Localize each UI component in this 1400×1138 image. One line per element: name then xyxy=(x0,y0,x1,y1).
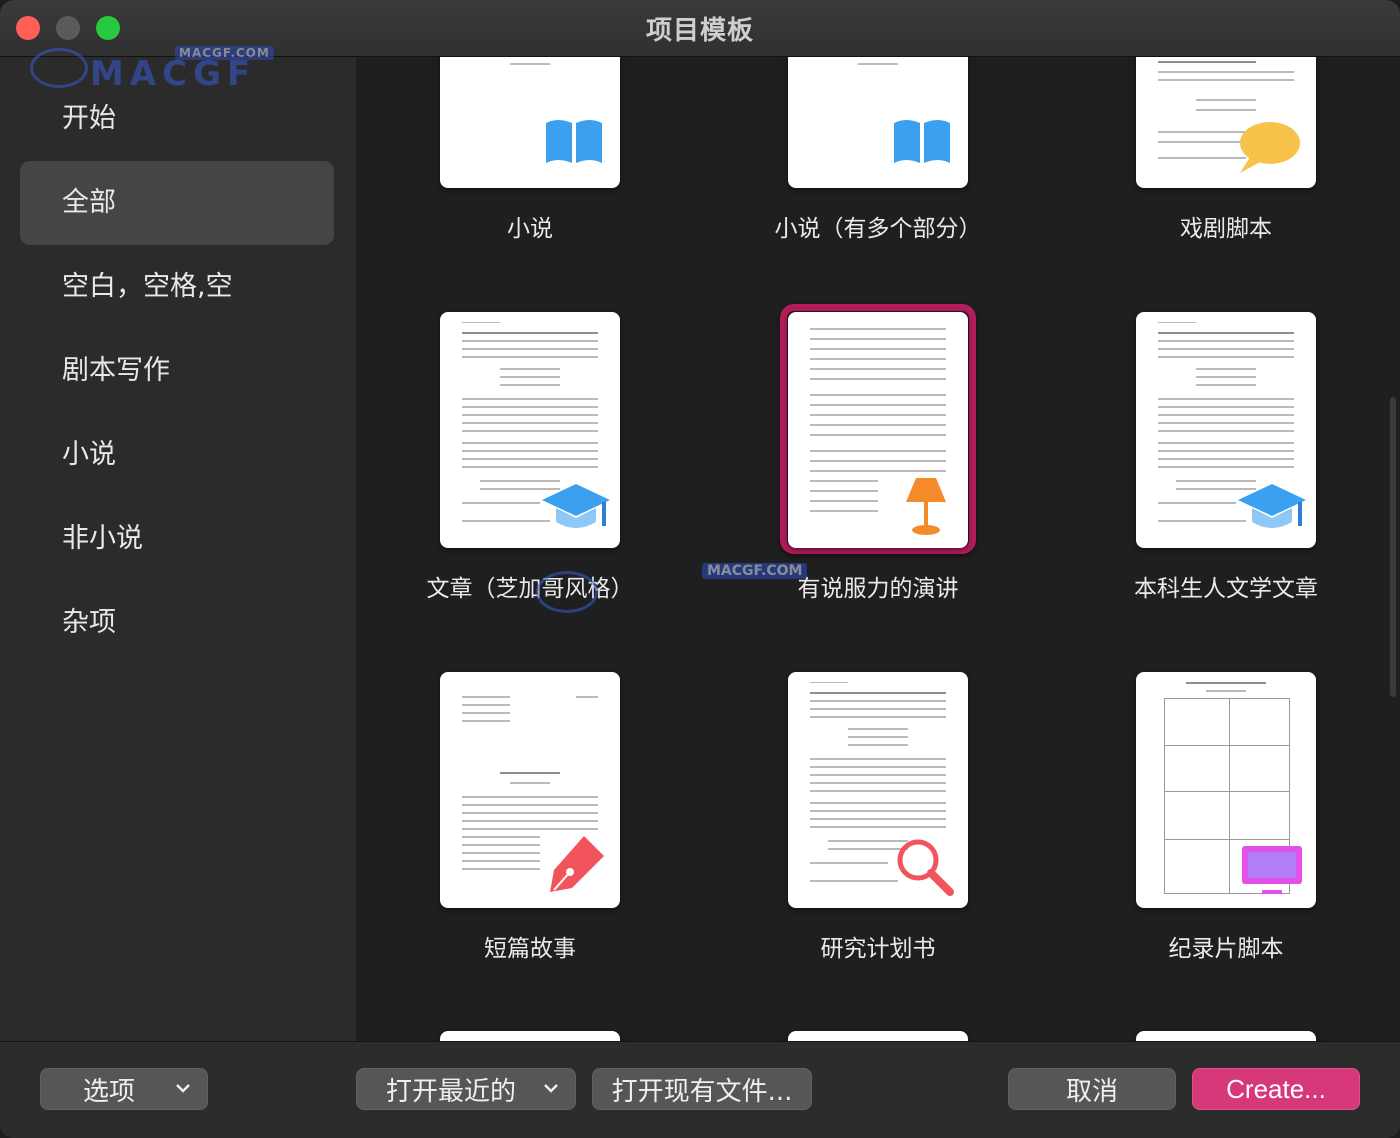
sidebar-item-blank[interactable]: 空白，空格,空 xyxy=(20,245,334,329)
watermark-badge-icon xyxy=(536,571,598,613)
template-tile-persuasive-speech[interactable] xyxy=(788,312,968,548)
graduation-cap-icon xyxy=(1238,484,1306,528)
watermark-badge-icon xyxy=(30,48,88,88)
watermark-site-text: MACGF.COM xyxy=(702,563,808,579)
sidebar-item-label: 空白，空格,空 xyxy=(62,271,233,302)
sidebar-item-scriptwriting[interactable]: 剧本写作 xyxy=(20,329,334,413)
fountain-pen-icon xyxy=(550,836,604,892)
template-label: 短篇故事 xyxy=(484,936,576,962)
template-label: 戏剧脚本 xyxy=(1180,216,1272,242)
speech-bubble-icon xyxy=(1240,122,1300,173)
template-label: 本科生人文学文章 xyxy=(1134,576,1318,602)
podium-lamp-icon xyxy=(906,478,946,535)
template-tile-partial[interactable] xyxy=(440,1031,620,1041)
sidebar-item-all[interactable]: 全部 xyxy=(20,161,334,245)
template-grid: 小说 小说（有多个部分） 戏剧脚本 文章（芝加哥风格） 有说服力的演讲 本科生人… xyxy=(356,57,1400,1041)
template-tile-partial[interactable] xyxy=(788,1031,968,1041)
cancel-label: 取消 xyxy=(1065,1076,1118,1107)
template-label: 小说（有多个部分） xyxy=(774,216,982,242)
sidebar-item-miscellaneous[interactable]: 杂项 xyxy=(20,581,334,665)
watermark-brand-text: MACGF xyxy=(90,54,257,94)
vertical-scrollbar[interactable] xyxy=(1390,397,1396,697)
sidebar-item-label: 杂项 xyxy=(62,607,116,638)
monitor-icon xyxy=(1242,846,1302,894)
open-existing-label: 打开现有文件... xyxy=(611,1076,793,1107)
sidebar-item-label: 开始 xyxy=(62,103,116,134)
options-menu-button[interactable]: 选项 xyxy=(40,1068,208,1110)
create-label: Create... xyxy=(1226,1073,1326,1104)
create-button[interactable]: Create... xyxy=(1192,1068,1360,1110)
watermark-overlay: MACGF.COM xyxy=(526,557,846,617)
sidebar-item-label: 全部 xyxy=(62,187,116,218)
template-tile-novel[interactable] xyxy=(440,57,620,188)
template-tile-stage-play[interactable] xyxy=(1136,57,1316,188)
template-tile-novel-with-parts[interactable] xyxy=(788,57,968,188)
options-label: 选项 xyxy=(82,1076,135,1107)
graduation-cap-icon xyxy=(542,484,610,528)
template-tile-short-story[interactable] xyxy=(440,672,620,908)
open-recent-label: 打开最近的 xyxy=(385,1076,516,1107)
magnifier-icon xyxy=(897,839,954,896)
template-tile-documentary-script[interactable] xyxy=(1136,672,1316,908)
sidebar-item-label: 小说 xyxy=(62,439,116,470)
sidebar-item-non-fiction[interactable]: 非小说 xyxy=(20,497,334,581)
sidebar-item-label: 剧本写作 xyxy=(62,355,170,386)
open-recent-button[interactable]: 打开最近的 xyxy=(356,1068,576,1110)
template-label: 研究计划书 xyxy=(820,936,936,962)
sidebar-item-label: 非小说 xyxy=(62,523,143,554)
category-sidebar: 开始 全部 空白，空格,空 剧本写作 小说 非小说 杂项 xyxy=(0,57,356,1041)
template-label: 纪录片脚本 xyxy=(1168,936,1284,962)
watermark-logo: MACGF.COM MACGF xyxy=(30,46,274,94)
template-tile-research-proposal[interactable] xyxy=(788,672,968,908)
chevron-down-icon xyxy=(544,1084,558,1093)
book-icon xyxy=(546,120,602,163)
template-label: 小说 xyxy=(507,216,553,242)
template-tile-undergrad-humanities-essay[interactable] xyxy=(1136,312,1316,548)
sidebar-item-fiction[interactable]: 小说 xyxy=(20,413,334,497)
template-tile-chicago-essay[interactable] xyxy=(440,312,620,548)
project-templates-window: 项目模板 开始 全部 空白，空格,空 剧本写作 小说 非小说 杂项 MACGF.… xyxy=(0,0,1400,1138)
bottom-toolbar: 选项 打开最近的 打开现有文件... 取消 Create... xyxy=(0,1041,1400,1138)
window-title: 项目模板 xyxy=(645,16,754,46)
template-tile-partial[interactable] xyxy=(1136,1031,1316,1041)
book-icon xyxy=(894,120,950,163)
open-existing-file-button[interactable]: 打开现有文件... xyxy=(592,1068,812,1110)
chevron-down-icon xyxy=(176,1084,190,1093)
cancel-button[interactable]: 取消 xyxy=(1008,1068,1176,1110)
